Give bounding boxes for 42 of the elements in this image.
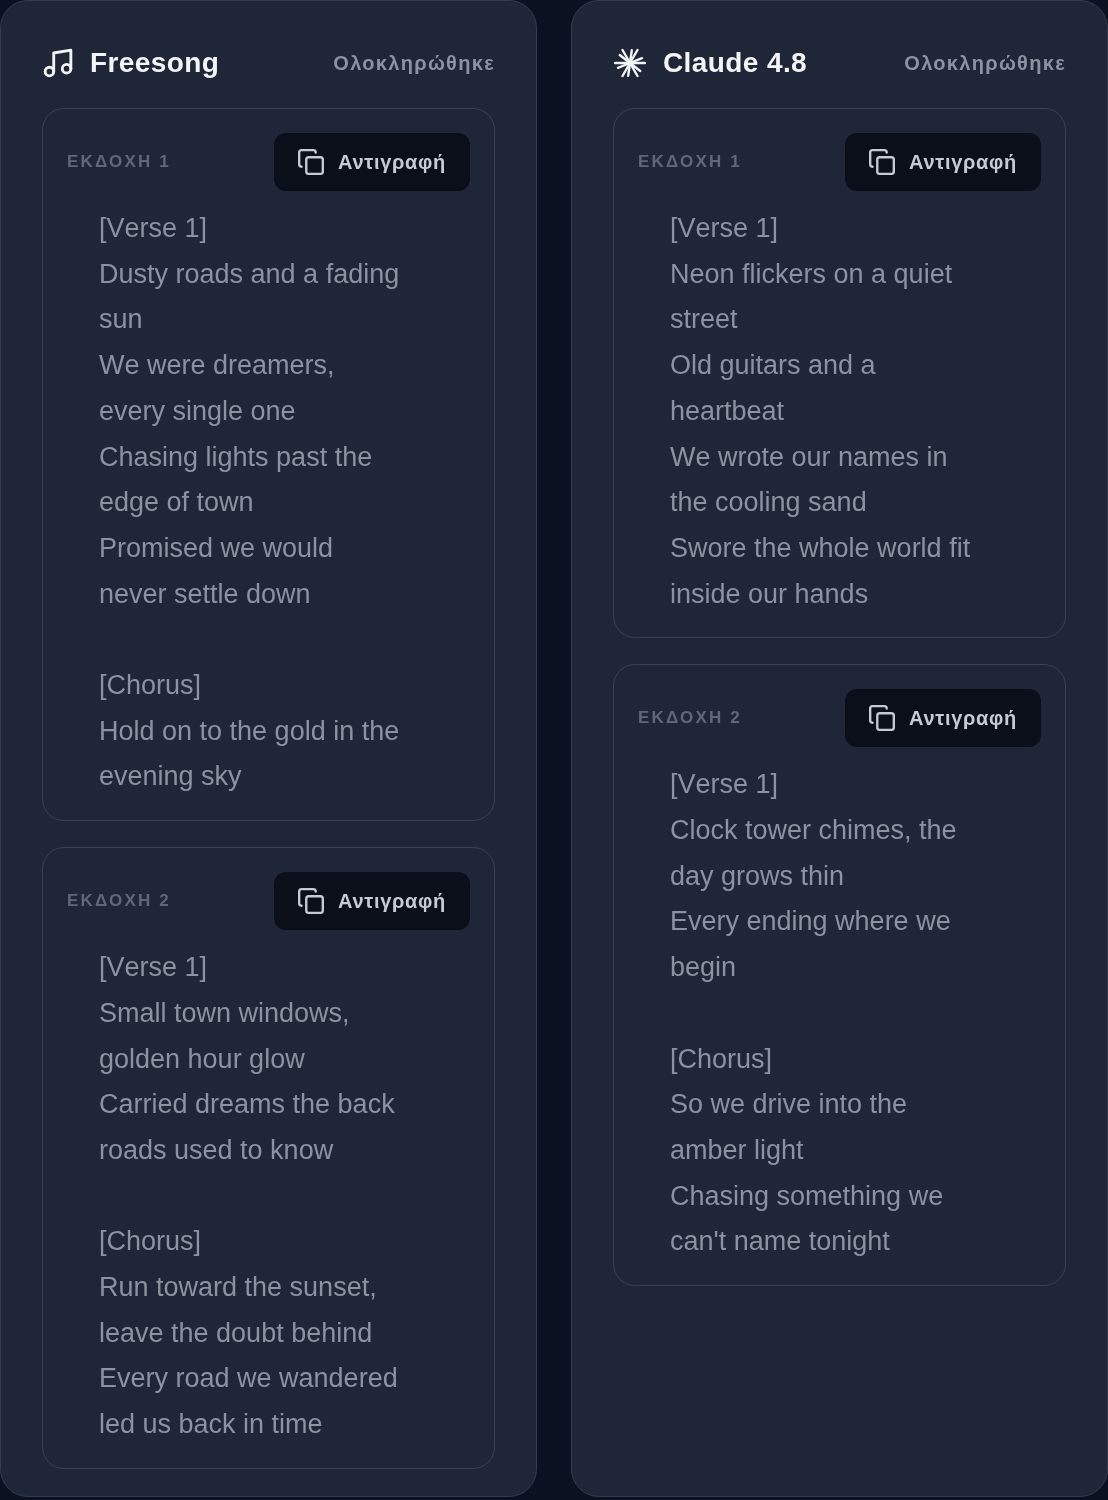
copy-icon: [869, 705, 896, 732]
copy-button[interactable]: Αντιγραφή: [845, 133, 1041, 191]
lyric-line: Dusty roads and a fading sun: [99, 257, 401, 337]
starburst-icon: [614, 47, 646, 79]
panel-title: Freesong: [90, 47, 220, 79]
status-label: Ολοκληρώθηκε: [333, 51, 495, 75]
version-label: ΕΚΔΟΧΗ 1: [638, 152, 742, 172]
section-tag: [Verse 1]: [670, 762, 972, 809]
section-tag: [Verse 1]: [99, 945, 401, 991]
lyric-line: Promised we would never settle down: [99, 531, 335, 611]
lyric-line: We wrote our names in the cooling sand: [670, 440, 949, 520]
lyric-line: Clock tower chimes, the day grows thin: [670, 814, 958, 893]
lyric-line: Neon flickers on a quiet street: [670, 257, 954, 337]
lyric-line: Every ending where we begin: [670, 905, 952, 985]
copy-button[interactable]: Αντιγραφή: [274, 133, 470, 191]
section-tag: [Chorus]: [99, 663, 401, 709]
lyric-line: Old guitars and a heartbeat: [670, 349, 877, 428]
section-tag: [Chorus]: [670, 1036, 972, 1083]
section-tag: [Chorus]: [99, 1219, 401, 1266]
section-tag: [Verse 1]: [670, 206, 972, 252]
lyric-line: Chasing lights past the edge of town: [99, 440, 374, 520]
lyric-line: Hold on to the gold in the evening sky: [99, 714, 401, 794]
version-label: ΕΚΔΟΧΗ 1: [67, 152, 171, 172]
lyric-line: So we drive into the amber light: [670, 1088, 909, 1167]
lyric-line: Every road we wandered led us back in time: [99, 1362, 399, 1442]
lyric-line: Swore the whole world fit inside our hands: [670, 531, 972, 611]
lyric-line: We were dreamers, every single one: [99, 349, 336, 428]
version-label: ΕΚΔΟΧΗ 2: [67, 891, 171, 912]
lyric-line: Chasing something we can't name tonight: [670, 1179, 945, 1259]
lyric-line: Small town windows, golden hour glow: [99, 996, 351, 1076]
copy-icon: [298, 888, 325, 915]
lyric-line: Carried dreams the back roads used to know: [99, 1088, 396, 1167]
lyric-line: Run toward the sunset, leave the doubt behind: [99, 1271, 378, 1350]
copy-button[interactable]: Αντιγραφή: [274, 872, 470, 931]
copy-icon: [298, 149, 325, 175]
status-label: Ολοκληρώθηκε: [904, 51, 1066, 75]
version-label: ΕΚΔΟΧΗ 2: [638, 708, 742, 729]
section-tag: [Verse 1]: [99, 206, 401, 252]
panel-title: Claude 4.8: [663, 47, 808, 79]
copy-button[interactable]: Αντιγραφή: [845, 689, 1041, 748]
music-note-icon: [43, 48, 73, 78]
copy-icon: [869, 149, 896, 175]
